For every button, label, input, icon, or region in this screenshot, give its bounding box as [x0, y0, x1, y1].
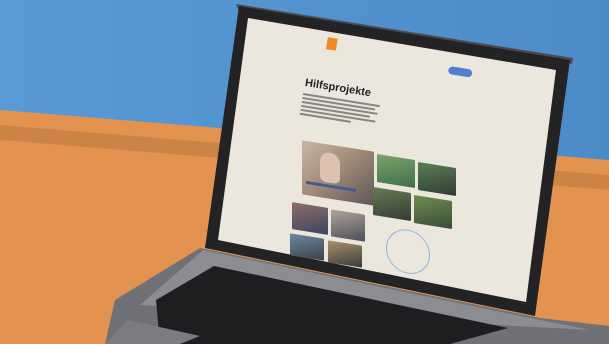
project-tile[interactable] — [377, 153, 415, 189]
project-tile[interactable] — [373, 186, 411, 222]
project-tile[interactable] — [292, 202, 328, 235]
project-tile[interactable] — [414, 194, 452, 230]
hand-image — [320, 151, 340, 185]
promo-circle — [386, 226, 430, 278]
logo-mark — [325, 37, 338, 51]
project-tile-hand[interactable] — [302, 140, 374, 206]
project-tile[interactable] — [328, 240, 362, 268]
header-cta-button[interactable] — [447, 66, 473, 78]
project-tile[interactable] — [331, 209, 365, 242]
site-logo[interactable] — [305, 32, 347, 53]
project-tile[interactable] — [290, 233, 324, 261]
promo-card[interactable] — [370, 222, 450, 281]
project-tile[interactable] — [418, 161, 456, 197]
